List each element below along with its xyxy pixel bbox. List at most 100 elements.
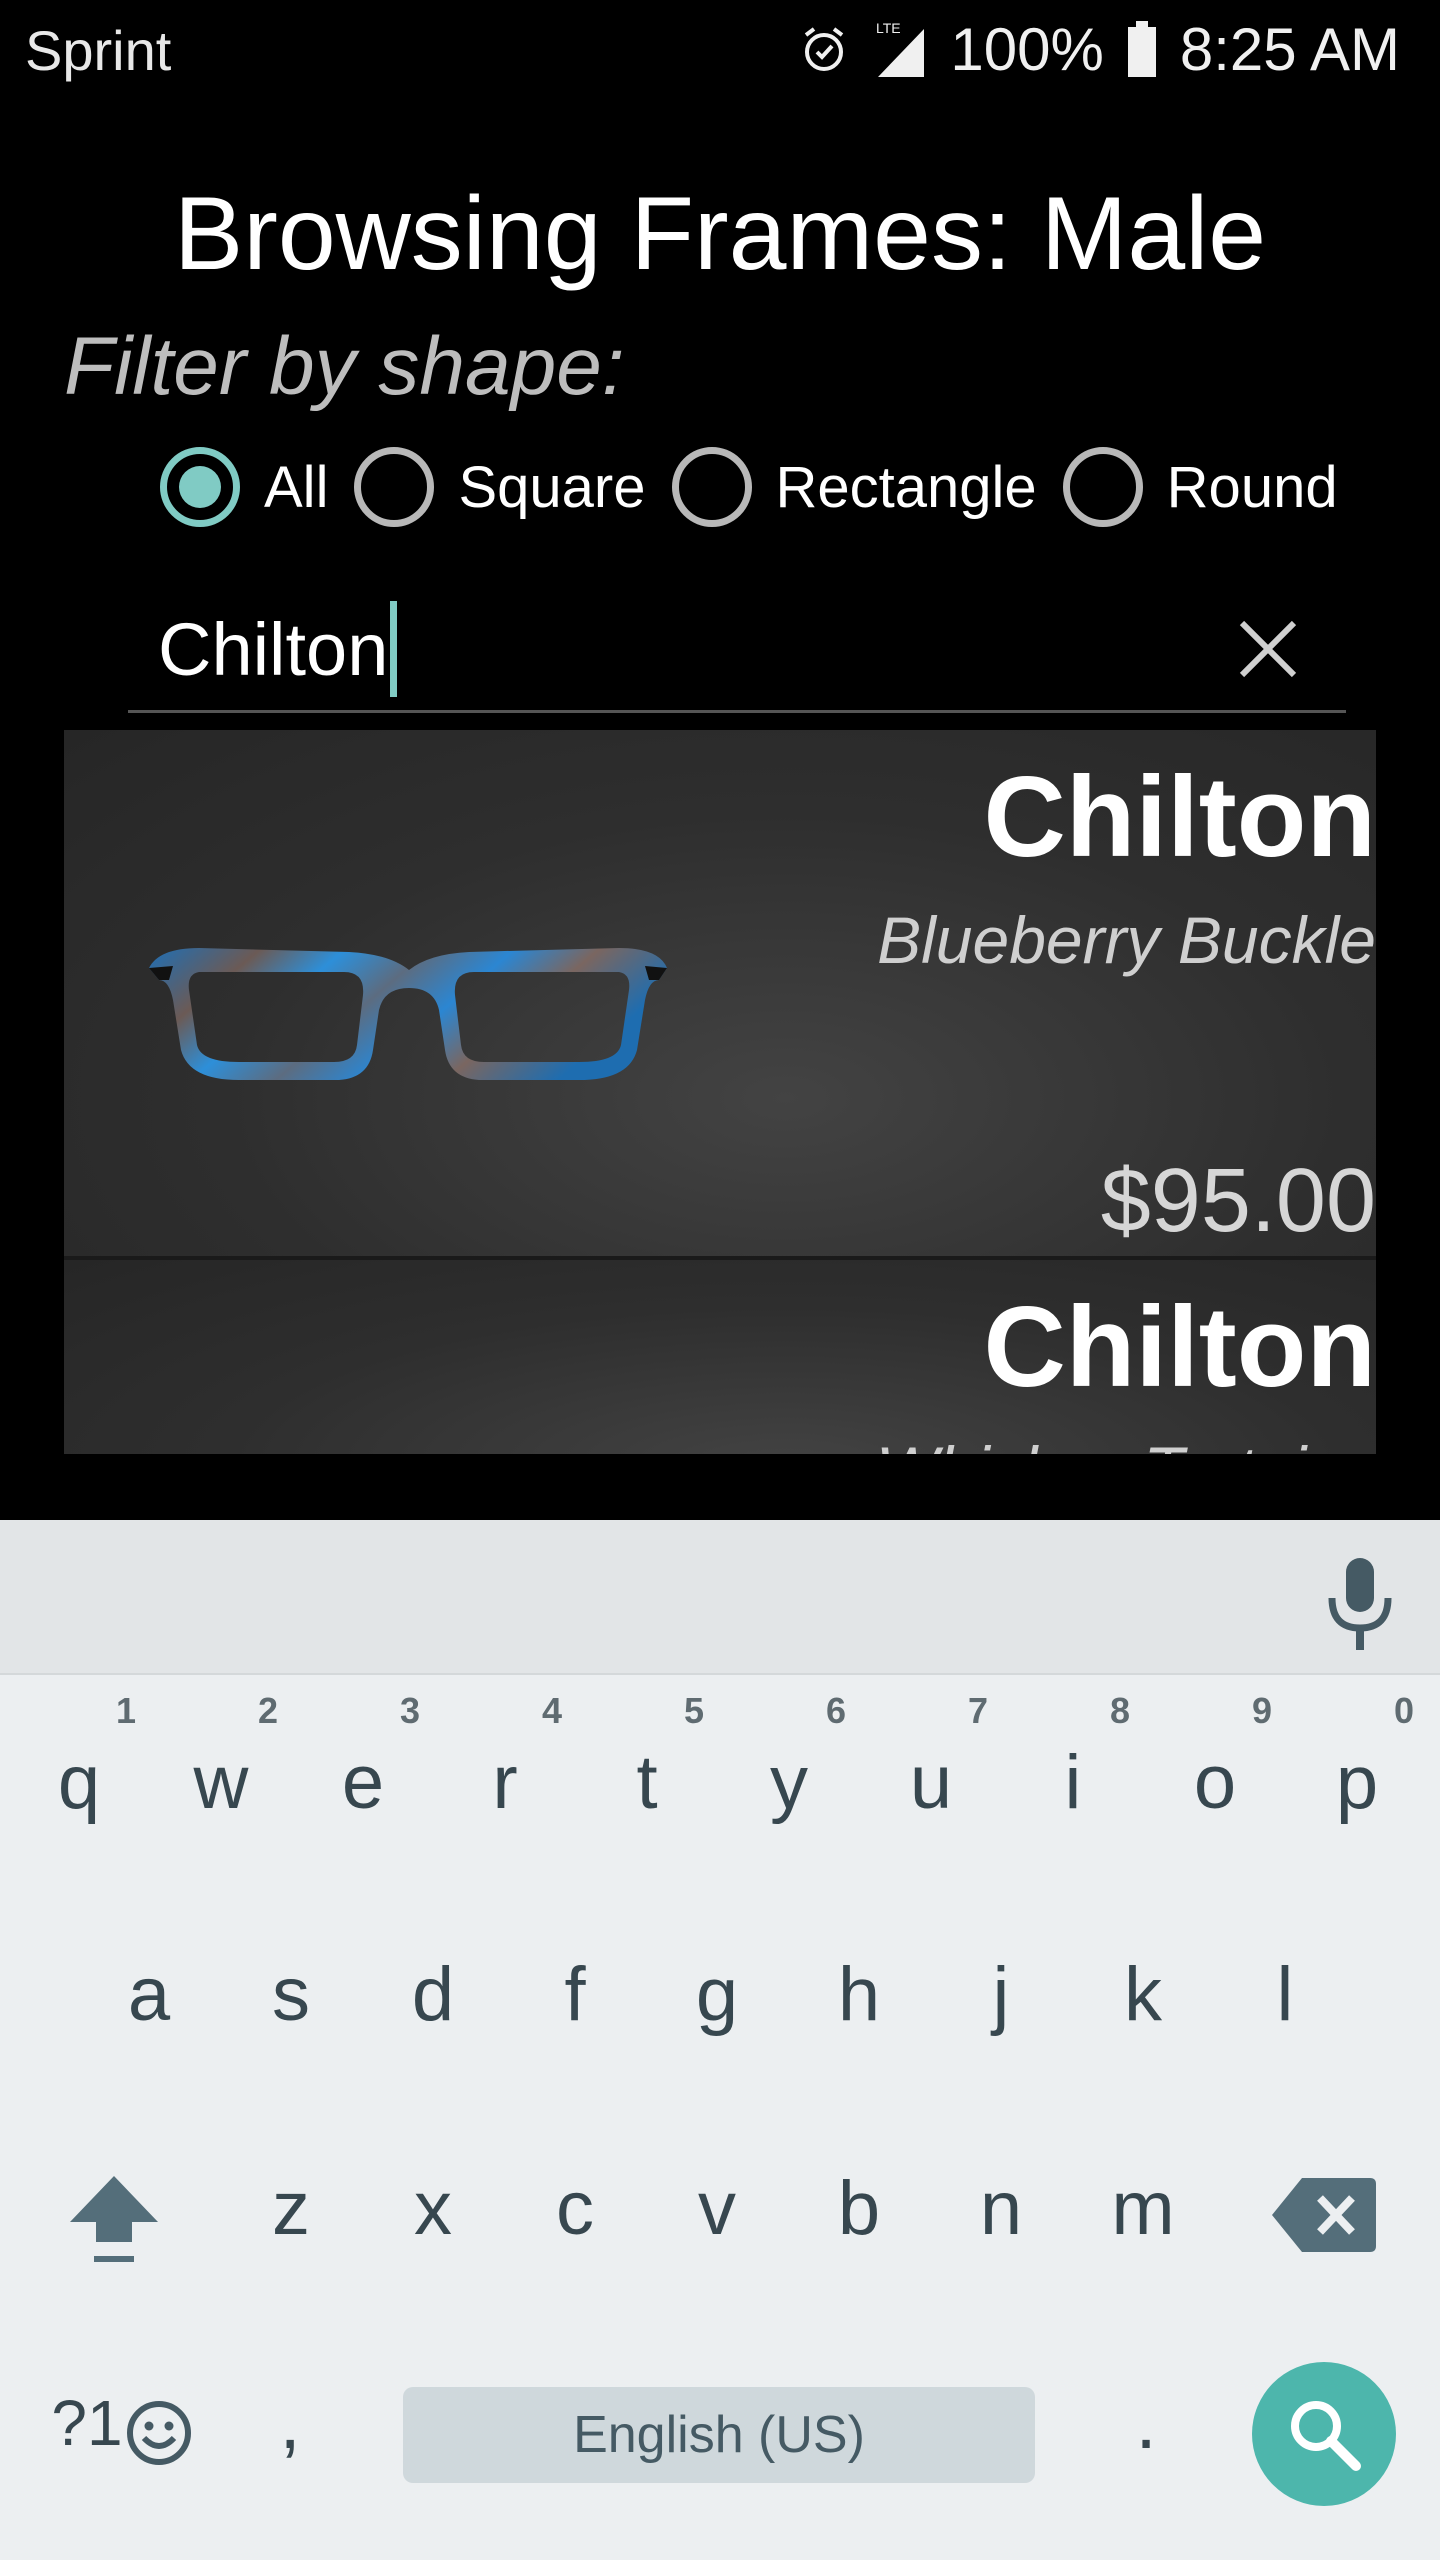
key-label: w — [193, 1740, 249, 1825]
key-hint: 6 — [825, 1690, 846, 1731]
signal-icon: LTE — [872, 19, 928, 79]
key-label: i — [1064, 1740, 1082, 1825]
result-card[interactable]: Chilton Blueberry Buckle $95.00 — [64, 730, 1376, 1260]
key-hint: 2 — [257, 1690, 278, 1731]
status-bar: Sprint LTE 100% 8:25 AM — [0, 0, 1440, 100]
key-u[interactable]: 7u — [860, 1690, 1002, 1880]
key-label: . — [1135, 2380, 1157, 2465]
radio-button[interactable] — [671, 447, 752, 527]
key-h[interactable]: h — [788, 1902, 930, 2092]
key-w[interactable]: 2w — [150, 1690, 292, 1880]
radio-square[interactable]: Square — [354, 447, 646, 527]
clear-search-button[interactable] — [1230, 611, 1306, 687]
key-label: k — [1124, 1952, 1162, 2037]
key-t[interactable]: 5t — [576, 1690, 718, 1880]
clock: 8:25 AM — [1179, 15, 1400, 83]
key-n[interactable]: n — [930, 2116, 1072, 2306]
results-list[interactable]: Chilton Blueberry Buckle $95.00 Chilton … — [64, 730, 1376, 1454]
eyeglasses-image — [149, 948, 667, 1080]
key-label: n — [979, 2166, 1023, 2251]
radio-label: All — [264, 454, 329, 520]
key-label: o — [1193, 1740, 1237, 1825]
search-field[interactable]: Chilton — [128, 585, 1346, 713]
emoji-icon — [127, 2401, 191, 2465]
radio-button-checked[interactable] — [160, 447, 240, 527]
battery-percent: 100% — [950, 15, 1104, 83]
key-label: c — [556, 2166, 594, 2251]
search-input[interactable]: Chilton — [158, 599, 398, 699]
radio-button[interactable] — [1062, 447, 1143, 527]
key-hint: 4 — [541, 1690, 562, 1731]
shape-filter-radio-group: All Square Rectangle Round — [160, 440, 1364, 534]
suggestion-strip — [0, 1520, 1440, 1675]
voice-input-button[interactable] — [1320, 1558, 1400, 1654]
shift-icon — [70, 2176, 158, 2262]
keyboard-row-1: 1q 2w 3e 4r 5t 6y 7u 8i 9o 0p — [0, 1690, 1440, 1880]
key-label: t — [636, 1740, 658, 1825]
symbols-emoji-key[interactable]: ?1 — [30, 2330, 200, 2520]
radio-rectangle[interactable]: Rectangle — [671, 447, 1037, 527]
period-key[interactable]: . — [1076, 2330, 1216, 2520]
key-hint: 0 — [1393, 1690, 1414, 1731]
radio-label: Rectangle — [775, 454, 1037, 520]
key-label: h — [837, 1952, 881, 2037]
key-label: , — [279, 2380, 301, 2465]
key-label: l — [1276, 1952, 1294, 2037]
key-label: b — [837, 2166, 881, 2251]
key-c[interactable]: c — [504, 2116, 646, 2306]
frame-color: Blueberry Buckle — [877, 903, 1376, 977]
key-i[interactable]: 8i — [1002, 1690, 1144, 1880]
battery-icon — [1126, 21, 1158, 77]
key-p[interactable]: 0p — [1286, 1690, 1428, 1880]
backspace-key[interactable] — [1250, 2116, 1400, 2306]
key-m[interactable]: m — [1072, 2116, 1214, 2306]
key-hint: 7 — [967, 1690, 988, 1731]
key-hint: 8 — [1109, 1690, 1130, 1731]
radio-button[interactable] — [354, 447, 435, 527]
key-e[interactable]: 3e — [292, 1690, 434, 1880]
key-f[interactable]: f — [504, 1902, 646, 2092]
key-b[interactable]: b — [788, 2116, 930, 2306]
key-label: d — [411, 1952, 455, 2037]
key-r[interactable]: 4r — [434, 1690, 576, 1880]
search-action-button[interactable] — [1252, 2362, 1396, 2506]
key-y[interactable]: 6y — [718, 1690, 860, 1880]
page-title: Browsing Frames: Male — [173, 176, 1267, 292]
key-k[interactable]: k — [1072, 1902, 1214, 2092]
key-s[interactable]: s — [220, 1902, 362, 2092]
radio-round[interactable]: Round — [1062, 447, 1338, 527]
frame-name: Chilton — [983, 754, 1376, 881]
key-g[interactable]: g — [646, 1902, 788, 2092]
shift-key[interactable] — [40, 2116, 190, 2306]
filter-label: Filter by shape: — [64, 321, 625, 412]
key-z[interactable]: z — [220, 2116, 362, 2306]
key-label: e — [341, 1740, 385, 1825]
key-d[interactable]: d — [362, 1902, 504, 2092]
key-q[interactable]: 1q — [8, 1690, 150, 1880]
frame-price: $95.00 — [1100, 1151, 1376, 1251]
result-card[interactable]: Chilton Whiskey Tortoise — [64, 1260, 1376, 1454]
radio-label: Round — [1166, 454, 1338, 520]
key-x[interactable]: x — [362, 2116, 504, 2306]
key-hint: 5 — [683, 1690, 704, 1731]
frame-name: Chilton — [983, 1284, 1376, 1411]
key-label: f — [564, 1952, 586, 2037]
spacebar[interactable]: English (US) — [403, 2387, 1035, 2483]
key-label: g — [695, 1952, 739, 2037]
key-l[interactable]: l — [1214, 1902, 1356, 2092]
radio-all[interactable]: All — [160, 447, 328, 527]
text-cursor — [390, 601, 398, 697]
key-hint: 9 — [1251, 1690, 1272, 1731]
key-label: x — [414, 2166, 452, 2251]
comma-key[interactable]: , — [220, 2330, 360, 2520]
key-label: j — [992, 1952, 1010, 2037]
key-label: s — [272, 1952, 310, 2037]
microphone-icon — [1328, 1558, 1392, 1650]
key-v[interactable]: v — [646, 2116, 788, 2306]
key-j[interactable]: j — [930, 1902, 1072, 2092]
key-label: p — [1335, 1740, 1379, 1825]
key-o[interactable]: 9o — [1144, 1690, 1286, 1880]
key-a[interactable]: a — [78, 1902, 220, 2092]
key-label: m — [1111, 2166, 1175, 2251]
svg-text:LTE: LTE — [876, 20, 901, 36]
